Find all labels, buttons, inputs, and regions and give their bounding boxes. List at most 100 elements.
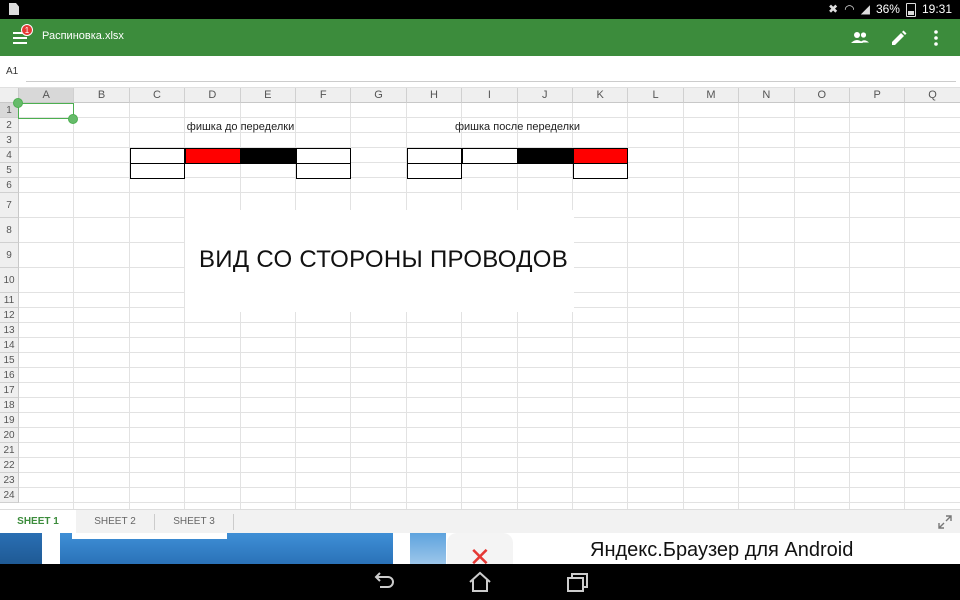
status-bar: ✖ ◠ ◢ 36% 19:31 xyxy=(0,0,960,19)
row-header[interactable]: 15 xyxy=(0,353,19,368)
recents-icon xyxy=(567,573,588,592)
expand-button[interactable] xyxy=(938,515,952,529)
selection-handle-end[interactable] xyxy=(68,114,78,124)
row-header[interactable]: 18 xyxy=(0,398,19,413)
gridline xyxy=(19,442,960,443)
row-header[interactable]: 10 xyxy=(0,268,19,293)
home-icon xyxy=(469,571,491,592)
row-header[interactable]: 23 xyxy=(0,473,19,488)
formula-bar: A1 xyxy=(0,56,960,88)
column-header[interactable]: O xyxy=(794,88,850,103)
tab-sheet-2[interactable]: SHEET 2 xyxy=(76,510,154,534)
row-header[interactable]: 2 xyxy=(0,118,19,133)
tab-sheet-3[interactable]: SHEET 3 xyxy=(155,510,233,534)
gridline xyxy=(19,502,960,503)
connector-pin-black xyxy=(240,148,296,164)
row-header[interactable]: 17 xyxy=(0,383,19,398)
connector-pin-white xyxy=(129,148,186,164)
more-vert-icon xyxy=(934,30,938,46)
caption-textbox[interactable]: ВИД СО СТОРОНЫ ПРОВОДОВ xyxy=(185,210,574,312)
gridline xyxy=(19,322,960,323)
row-header[interactable]: 3 xyxy=(0,133,19,148)
battery-icon xyxy=(905,2,916,17)
gridline xyxy=(19,487,960,488)
more-options-button[interactable] xyxy=(925,27,947,49)
row-header[interactable]: 20 xyxy=(0,428,19,443)
ad-text: Яндекс.Браузер для Android xyxy=(590,539,854,561)
gridline xyxy=(73,103,75,509)
gridline xyxy=(19,457,960,458)
gridline xyxy=(19,337,960,338)
clock: 19:31 xyxy=(921,2,952,16)
column-header[interactable]: H xyxy=(406,88,463,103)
notification-badge: 1 xyxy=(21,24,33,36)
column-header[interactable]: N xyxy=(739,88,795,103)
sheet-tab-bar: SHEET 1 SHEET 2 SHEET 3 xyxy=(0,509,960,534)
column-header[interactable]: C xyxy=(129,88,186,103)
ad-image xyxy=(60,533,393,564)
column-header[interactable]: Q xyxy=(905,88,960,103)
gridline xyxy=(849,103,850,509)
label-before: фишка до переделки xyxy=(186,121,295,133)
row-header[interactable]: 5 xyxy=(0,163,19,178)
connector-pin-white xyxy=(406,148,463,164)
recents-button[interactable] xyxy=(564,570,590,594)
gridline xyxy=(19,427,960,428)
column-header[interactable]: B xyxy=(74,88,130,103)
row-header[interactable]: 24 xyxy=(0,488,19,503)
column-header[interactable]: L xyxy=(628,88,684,103)
column-header[interactable]: D xyxy=(185,88,241,103)
row-header[interactable]: 22 xyxy=(0,458,19,473)
row-header[interactable]: 21 xyxy=(0,443,19,458)
caption-text: ВИД СО СТОРОНЫ ПРОВОДОВ xyxy=(199,246,569,273)
connector-pin-white xyxy=(406,163,463,179)
ad-image xyxy=(410,533,446,564)
signal-icon: ◢ xyxy=(860,2,870,16)
selected-cell-a1[interactable] xyxy=(18,103,74,119)
spreadsheet-grid[interactable]: A B C D E F G H I J K L M N O P Q 1 2 3 4 5 6 7 8 9 10 11 12 13 14 15 16… xyxy=(0,88,960,509)
selection-handle-start[interactable] xyxy=(13,98,23,108)
expand-icon xyxy=(938,515,952,529)
tab-sheet-1[interactable]: SHEET 1 xyxy=(0,510,76,534)
ad-logo-icon: ✕ xyxy=(447,533,513,564)
column-header[interactable]: E xyxy=(240,88,296,103)
column-header[interactable]: P xyxy=(850,88,906,103)
row-header[interactable]: 14 xyxy=(0,338,19,353)
share-people-button[interactable] xyxy=(849,27,871,49)
row-header[interactable]: 19 xyxy=(0,413,19,428)
row-header[interactable]: 8 xyxy=(0,218,19,243)
connector-pin-white xyxy=(462,148,518,164)
row-header[interactable]: 6 xyxy=(0,178,19,193)
gridline xyxy=(19,412,960,413)
column-header[interactable]: J xyxy=(517,88,573,103)
row-header[interactable]: 16 xyxy=(0,368,19,383)
row-header[interactable]: 12 xyxy=(0,308,19,323)
mute-icon: ✖ xyxy=(828,2,839,16)
gridline xyxy=(19,117,960,118)
gridline xyxy=(793,103,795,509)
column-header[interactable]: A xyxy=(19,88,75,103)
row-header[interactable]: 13 xyxy=(0,323,19,338)
menu-button[interactable]: 1 xyxy=(12,24,33,46)
row-header[interactable]: 7 xyxy=(0,193,19,218)
file-icon xyxy=(9,3,19,15)
ad-banner[interactable]: ✕ Яндекс.Браузер для Android xyxy=(0,533,960,564)
column-header[interactable]: F xyxy=(296,88,352,103)
connector-pin-white xyxy=(573,163,629,179)
column-header[interactable]: K xyxy=(573,88,629,103)
row-header[interactable]: 11 xyxy=(0,293,19,308)
column-header[interactable]: M xyxy=(683,88,740,103)
connector-pin-white xyxy=(129,163,186,179)
column-header[interactable]: G xyxy=(351,88,407,103)
home-button[interactable] xyxy=(467,570,493,594)
connector-pin-red xyxy=(185,148,241,164)
row-header[interactable]: 9 xyxy=(0,243,19,268)
row-header[interactable]: 4 xyxy=(0,148,19,163)
edit-button[interactable] xyxy=(888,27,910,49)
back-button[interactable] xyxy=(371,570,397,594)
connector-pin-black xyxy=(517,148,573,164)
edit-pencil-icon xyxy=(892,30,907,45)
tab-divider xyxy=(233,514,234,530)
column-header[interactable]: I xyxy=(462,88,518,103)
formula-input[interactable] xyxy=(26,64,956,82)
